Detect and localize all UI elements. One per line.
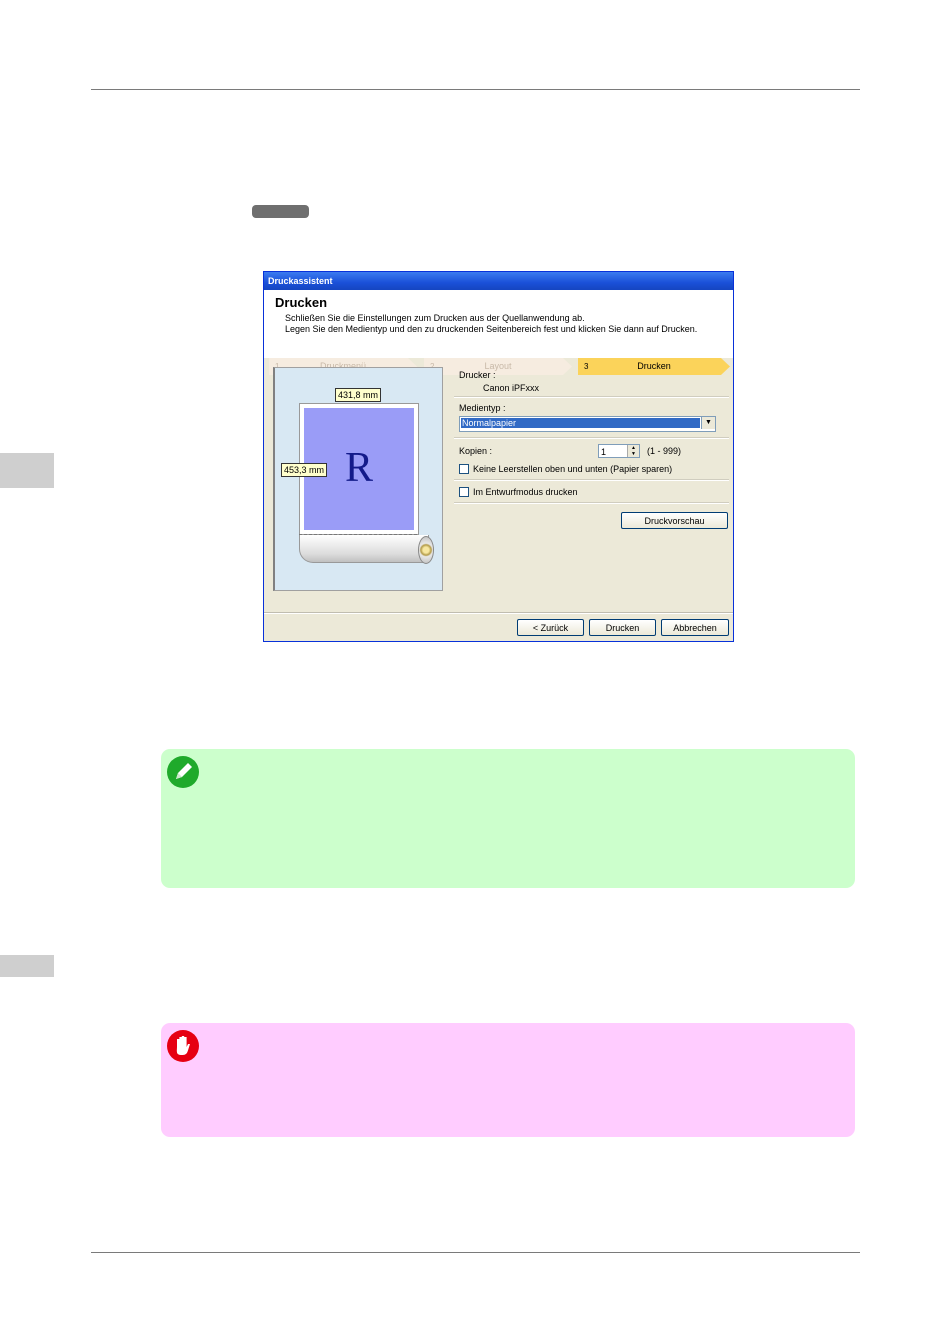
draft-mode-checkbox[interactable] — [459, 487, 469, 497]
divider — [454, 437, 729, 439]
step-print[interactable]: 3 Drucken — [578, 358, 730, 375]
spin-arrows-icon[interactable]: ▲ ▼ — [627, 445, 639, 457]
dialog-heading: Drucken — [275, 295, 328, 310]
copies-range: (1 - 999) — [647, 446, 682, 456]
media-type-select[interactable]: Normalpapier ▼ — [459, 416, 716, 432]
step-layout[interactable]: 2 Layout — [424, 358, 572, 375]
back-button[interactable]: < Zurück — [517, 619, 584, 636]
media-type-label: Medientyp : — [459, 403, 506, 413]
media-type-value: Normalpapier — [461, 418, 700, 428]
width-dimension-label: 431,8 mm — [335, 388, 382, 402]
cancel-button[interactable]: Abbrechen — [661, 619, 729, 636]
copies-stepper[interactable]: 1 ▲ ▼ — [598, 444, 640, 458]
print-preview-pane: R 431,8 mm 453,3 mm — [273, 367, 443, 591]
stop-hand-icon — [167, 1030, 199, 1062]
divider — [454, 396, 729, 398]
pencil-icon — [167, 756, 199, 788]
print-button[interactable]: Drucken — [589, 619, 656, 636]
no-margin-checkbox[interactable] — [459, 464, 469, 474]
dialog-instruction-1: Schließen Sie die Einstellungen zum Druc… — [285, 313, 585, 323]
copies-value: 1 — [601, 447, 607, 457]
no-margin-label[interactable]: Keine Leerstellen oben und unten (Papier… — [473, 464, 672, 474]
important-box — [161, 1023, 855, 1137]
printer-value: Canon iPFxxx — [483, 383, 540, 393]
dialog-instruction-2: Legen Sie den Medientyp und den zu druck… — [285, 324, 698, 334]
dialog-title-bar[interactable]: Druckassistent — [264, 272, 733, 290]
copies-label: Kopien : — [459, 446, 493, 456]
dialog-header: Drucken Schließen Sie die Einstellungen … — [264, 290, 733, 358]
draft-mode-label[interactable]: Im Entwurfmodus drucken — [473, 487, 578, 497]
divider — [454, 479, 729, 481]
chapter-tab-lower — [0, 955, 54, 977]
divider — [454, 502, 729, 504]
note-box — [161, 749, 855, 888]
chevron-down-icon[interactable]: ▼ — [701, 417, 715, 429]
header-rule — [91, 89, 860, 90]
print-preview-button[interactable]: Druckvorschau — [621, 512, 728, 529]
printer-label: Drucker : — [459, 370, 496, 380]
roll-end-icon — [418, 536, 434, 564]
chapter-tab — [0, 453, 54, 488]
footer-rule — [91, 1252, 860, 1253]
footer-divider — [264, 612, 733, 614]
paper-roll — [299, 535, 429, 563]
print-wizard-dialog: Druckassistent Drucken Schließen Sie die… — [263, 271, 734, 642]
step-badge — [252, 205, 309, 218]
height-dimension-label: 453,3 mm — [281, 463, 328, 477]
